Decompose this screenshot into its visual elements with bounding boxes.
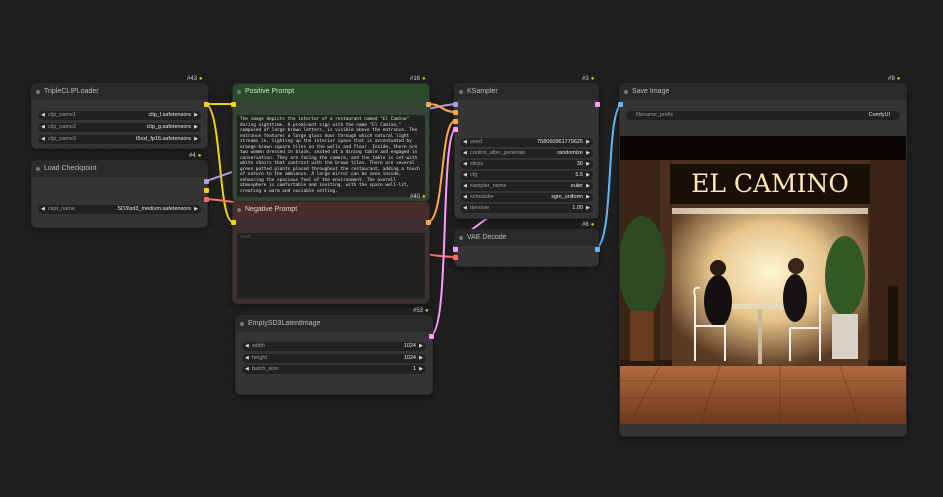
triple-clip-loader-node[interactable]: TripleCLIPLoader ◀ clip_name1 clip_l.safet… [32,84,209,148]
empty-sd3-latent-image-node[interactable]: EmptySD3LatentImage ◀ width 1024 ▶ ◀ height 1… [236,316,434,394]
images-input-slot[interactable] [618,102,623,107]
model-output-slot[interactable] [204,179,209,184]
clip-name2-widget[interactable]: ◀ clip_name2 clip_g.safetensors ▶ [38,123,201,132]
node-title[interactable]: EmptySD3LatentImage [236,316,432,332]
latent-input-slot[interactable] [453,127,458,132]
denoise-widget[interactable]: ◀ denoise 1.00 ▶ [460,204,593,213]
vae-output-slot[interactable] [204,197,209,202]
cfg-widget[interactable]: ◀ cfg 5.5 ▶ [460,171,593,180]
filename-prefix-widget[interactable]: filename_prefix ComfyUI [626,111,900,120]
collapse-dot-icon[interactable] [36,90,40,94]
preview-sign-text: EL CAMINO [691,169,849,198]
node-title[interactable]: VAE Decode [455,230,598,246]
node-id-save-image: #9 ● [888,76,901,82]
node-id-negative: #40 ● [410,194,426,200]
vae-input-slot[interactable] [453,255,458,260]
node-id-vae-decode: #8 ● [582,222,595,228]
node-title[interactable]: Negative Prompt [233,202,429,218]
width-widget[interactable]: ◀ width 1024 ▶ [242,342,426,351]
node-title[interactable]: Positive Prompt [233,84,429,100]
positive-prompt-textarea[interactable]: The image depicts the interior of a rest… [237,115,425,197]
sampler-name-widget[interactable]: ◀ sampler_name euler ▶ [460,182,593,191]
seed-widget[interactable]: ◀ seed 758060961779625 ▶ [460,138,593,147]
negative-prompt-textarea[interactable]: text [237,233,425,299]
conditioning-output-slot[interactable] [426,220,431,225]
latent-wire-in [430,128,456,336]
latent-output-slot[interactable] [595,102,600,107]
decrement-arrow-icon: ◀ [41,112,45,118]
latent-output-slot[interactable] [429,334,434,339]
ksampler-node[interactable]: KSampler ◀ seed 758060961779625 ▶ ◀ control_… [453,84,600,218]
node-title[interactable]: KSampler [455,84,598,100]
batch-size-widget[interactable]: ◀ batch_size 1 ▶ [242,365,426,374]
clip-output-slot[interactable] [204,188,209,193]
node-title[interactable]: Load Checkpoint [32,161,207,177]
samples-input-slot[interactable] [453,247,458,252]
increment-arrow-icon: ▶ [194,112,198,118]
clip-name1-widget[interactable]: ◀ clip_name1 clip_l.safetensors ▶ [38,111,201,120]
model-input-slot[interactable] [453,102,458,107]
negative-input-slot[interactable] [453,119,458,124]
node-id-ksampler: #3 ● [582,76,595,82]
scheduler-widget[interactable]: ◀ scheduler sgm_uniform ▶ [460,193,593,202]
node-id-triple-clip: #43 ● [187,76,203,82]
clip-output-slot[interactable] [204,102,209,107]
save-image-node[interactable]: Save Image filename_prefix ComfyUI EL CAM… [618,84,906,436]
image-wire [595,103,623,250]
clip-wire-negative [205,103,234,223]
clip-input-slot[interactable] [231,102,236,107]
positive-conditioning-wire [428,103,456,113]
vae-decode-node[interactable]: VAE Decode [453,230,600,266]
positive-input-slot[interactable] [453,110,458,115]
node-id-empty-latent: #53 ● [413,308,429,314]
ckpt-name-widget[interactable]: ◀ ckpt_name SD3\sd3_medium.safetensors ▶ [38,205,201,214]
clip-input-slot[interactable] [231,220,236,225]
control-after-generate-widget[interactable]: ◀ control_after_generate randomize ▶ [460,149,593,158]
positive-prompt-node[interactable]: Positive Prompt The image depicts the in… [231,84,431,201]
clip-name3-widget[interactable]: ◀ clip_name3 t5xxl_fp16.safetensors ▶ [38,135,201,144]
conditioning-output-slot[interactable] [426,102,431,107]
steps-widget[interactable]: ◀ steps 30 ▶ [460,160,593,169]
height-widget[interactable]: ◀ height 1024 ▶ [242,354,426,363]
node-title[interactable]: TripleCLIPLoader [32,84,207,100]
load-checkpoint-node[interactable]: Load Checkpoint ◀ ckpt_name SD3\sd3_medium… [32,161,209,227]
negative-prompt-node[interactable]: Negative Prompt text [231,202,431,303]
node-id-load-checkpoint: #4 ● [189,153,202,159]
negative-conditioning-wire [428,120,456,223]
image-output-slot[interactable] [595,247,600,252]
node-id-positive: #16 ● [410,76,426,82]
generated-image-preview[interactable]: EL CAMINO [620,136,906,424]
node-title[interactable]: Save Image [620,84,906,100]
